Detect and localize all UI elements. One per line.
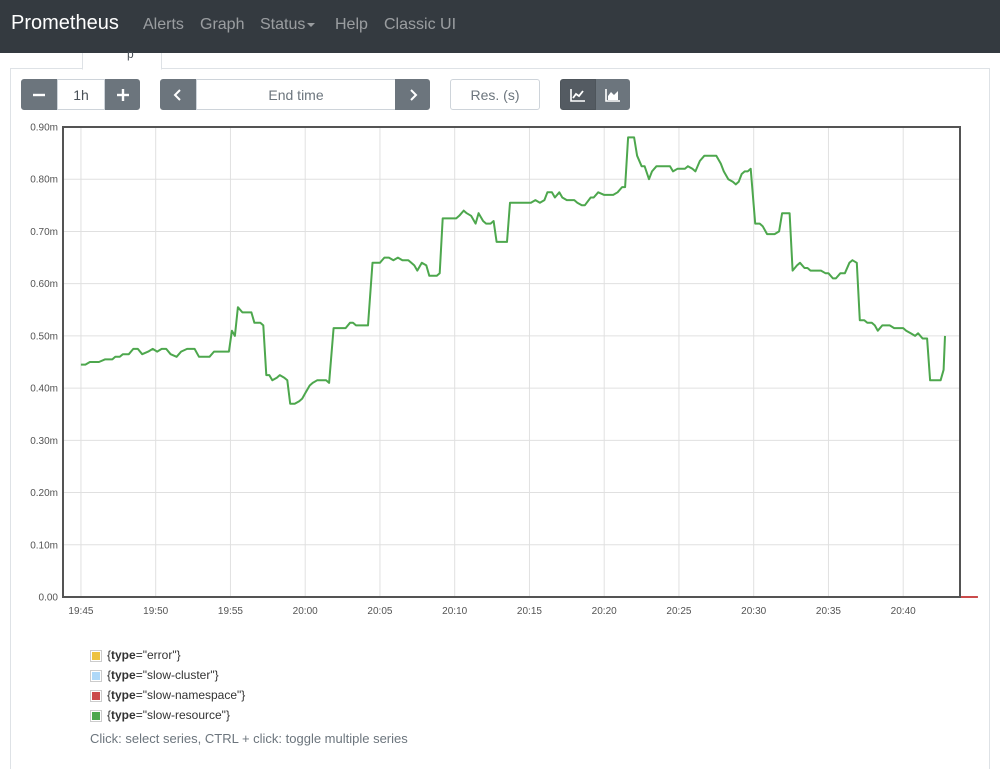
x-tick-label: 20:40 [891,606,916,617]
y-tick-label: 0.80m [30,175,58,186]
y-tick-label: 0.30m [30,436,58,447]
y-tick-label: 0.10m [30,540,58,551]
x-tick-label: 19:55 [218,606,243,617]
x-tick-label: 20:05 [367,606,392,617]
x-tick-label: 20:25 [666,606,691,617]
legend-swatch [90,690,102,702]
y-tick-label: 0.70m [30,227,58,238]
y-tick-label: 0.50m [30,331,58,342]
tab-label: p [127,47,134,61]
y-tick-label: 0.00 [39,593,59,604]
x-tick-label: 19:45 [68,606,93,617]
y-tick-label: 0.90m [30,123,58,134]
x-tick-label: 19:50 [143,606,168,617]
graph-chart[interactable]: 0.00 0.10m 0.20m 0.30m 0.40m 0.50m 0.60m 0.70m 0… [0,0,1000,640]
x-tick-label: 20:35 [816,606,841,617]
x-tick-label: 20:10 [442,606,467,617]
legend-swatch [90,710,102,722]
legend-swatch [90,670,102,682]
x-tick-label: 20:00 [293,606,318,617]
y-tick-label: 0.20m [30,488,58,499]
legend-hint: Click: select series, CTRL + click: togg… [90,731,408,746]
x-axis-ticks: 19:45 19:50 19:55 20:00 20:05 20:10 20:15 20:20… [68,606,916,617]
y-axis-ticks: 0.00 0.10m 0.20m 0.30m 0.40m 0.50m 0.60m 0.70m 0… [30,123,58,604]
legend-swatch [90,650,102,662]
x-tick-label: 20:15 [517,606,542,617]
x-tick-label: 20:30 [741,606,766,617]
plot-frame [62,126,961,598]
chart-grid [63,126,960,598]
y-tick-label: 0.60m [30,279,58,290]
series-line-slow-resource [80,136,946,405]
tab-graph[interactable]: p [82,47,162,70]
x-tick-label: 20:20 [592,606,617,617]
y-tick-label: 0.40m [30,384,58,395]
